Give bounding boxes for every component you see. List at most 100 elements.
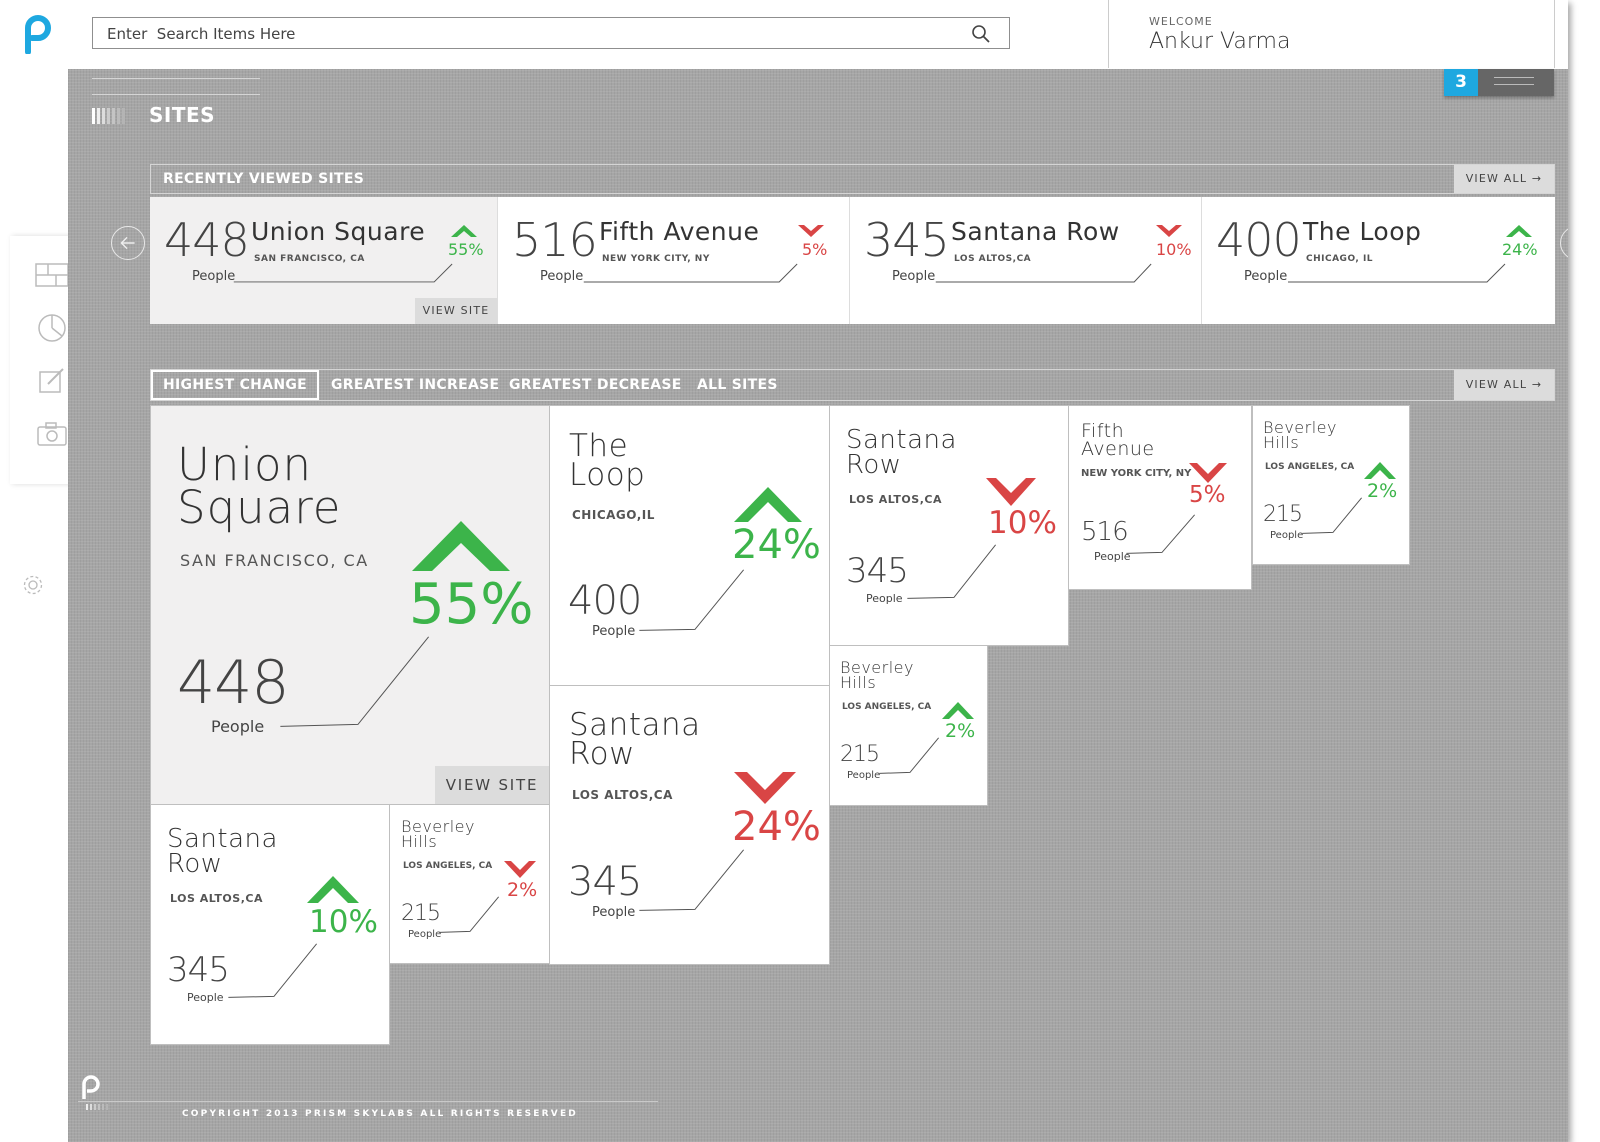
- site-tile[interactable]: Beverley Hills LOS ANGELES, CA 2% 215 Pe…: [829, 645, 988, 806]
- down-arrow-icon: [504, 861, 536, 878]
- pie-chart-icon: [38, 314, 66, 342]
- site-location: LOS ANGELES, CA: [403, 861, 493, 871]
- tab-all-sites[interactable]: ALL SITES: [697, 370, 778, 400]
- prism-logo[interactable]: [20, 14, 54, 54]
- site-location: LOS ALTOS,CA: [849, 493, 942, 506]
- site-name: Beverley Hills: [1263, 418, 1337, 453]
- menu-icon[interactable]: [1494, 77, 1534, 87]
- recent-header-label: RECENTLY VIEWED SITES: [163, 171, 365, 187]
- recent-view-all-button[interactable]: VIEW ALL →: [1454, 165, 1554, 193]
- recent-site-card[interactable]: 516 People Fifth Avenue NEW YORK CITY, N…: [498, 197, 850, 324]
- site-location: CHICAGO, IL: [1306, 254, 1374, 264]
- divider: [92, 78, 260, 79]
- up-arrow-icon: [307, 876, 359, 903]
- people-label: People: [592, 905, 636, 920]
- people-count: 400: [1216, 213, 1302, 267]
- change-percent: 24%: [732, 522, 821, 568]
- tab-greatest-increase[interactable]: GREATEST INCREASE: [331, 370, 499, 400]
- recent-site-card[interactable]: 400 People The Loop CHICAGO, IL 24%: [1202, 197, 1555, 324]
- search-bar: [92, 17, 1010, 50]
- up-arrow-icon: [942, 702, 974, 719]
- people-label: People: [866, 592, 903, 605]
- nav-camera[interactable]: [34, 419, 70, 449]
- tiles-view-all-button[interactable]: VIEW ALL →: [1454, 370, 1554, 400]
- site-tile[interactable]: Santana Row LOS ALTOS,CA 10% 345 People: [150, 804, 390, 1045]
- up-arrow-icon: [451, 225, 477, 237]
- recent-site-card[interactable]: 448 People Union Square SAN FRANCISCO, C…: [150, 197, 498, 324]
- people-label: People: [192, 269, 236, 284]
- change-percent: 55%: [409, 572, 534, 637]
- site-name: Fifth Avenue: [1081, 420, 1155, 461]
- site-name: Santana Row: [846, 425, 957, 480]
- site-tile[interactable]: Fifth Avenue NEW YORK CITY, NY 5% 516 Pe…: [1068, 405, 1252, 590]
- site-name: Beverley Hills: [840, 658, 914, 693]
- top-bar: WELCOME Ankur Varma: [0, 0, 1568, 69]
- user-panel[interactable]: WELCOME Ankur Varma: [1108, 0, 1555, 68]
- welcome-label: WELCOME: [1149, 15, 1213, 28]
- view-site-button[interactable]: VIEW SITE: [435, 766, 549, 804]
- change-percent: 5%: [1189, 482, 1226, 508]
- site-tile[interactable]: Union Square SAN FRANCISCO, CA 55% 448 P…: [150, 405, 550, 805]
- site-location: CHICAGO,IL: [572, 508, 655, 522]
- notifications-bar[interactable]: 3: [1444, 69, 1554, 96]
- people-count: 215: [840, 742, 880, 767]
- people-count: 400: [568, 578, 642, 624]
- down-arrow-icon: [798, 225, 824, 237]
- people-count: 215: [401, 901, 441, 926]
- down-arrow-icon: [986, 478, 1036, 506]
- page-title: SITES: [149, 103, 216, 127]
- footer-logo: [82, 1075, 100, 1099]
- recent-header: RECENTLY VIEWED SITES VIEW ALL →: [150, 164, 1555, 194]
- site-tile[interactable]: The Loop CHICAGO,IL 24% 400 People: [549, 405, 830, 686]
- tab-highest-change[interactable]: HIGHEST CHANGE: [151, 370, 320, 400]
- site-name: Union Square: [251, 217, 426, 246]
- change-percent: 10%: [1156, 240, 1192, 259]
- people-label: People: [187, 991, 224, 1004]
- site-location: SAN FRANCISCO, CA: [254, 254, 365, 264]
- site-location: SAN FRANCISCO, CA: [180, 551, 369, 570]
- change-percent: 5%: [802, 240, 828, 259]
- notification-count[interactable]: 3: [1444, 69, 1478, 96]
- site-name: Santana Row: [569, 707, 701, 773]
- up-arrow-icon: [1364, 462, 1396, 479]
- nav-edit[interactable]: [34, 366, 70, 396]
- people-count: 345: [864, 213, 950, 267]
- search-input[interactable]: [105, 18, 949, 50]
- recent-site-card[interactable]: 345 People Santana Row LOS ALTOS,CA 10%: [850, 197, 1202, 324]
- down-arrow-icon: [1156, 225, 1182, 237]
- down-arrow-icon: [1189, 463, 1227, 483]
- search-icon[interactable]: [971, 24, 991, 44]
- site-tile[interactable]: Santana Row LOS ALTOS,CA 24% 345 People: [549, 685, 830, 965]
- tab-greatest-decrease[interactable]: GREATEST DECREASE: [509, 370, 682, 400]
- site-name: Union Square: [177, 438, 342, 534]
- people-count: 448: [164, 213, 250, 267]
- change-percent: 2%: [1367, 480, 1398, 502]
- change-percent: 2%: [507, 879, 538, 901]
- change-percent: 10%: [309, 904, 378, 940]
- people-count: 516: [512, 213, 598, 267]
- divider: [92, 94, 260, 95]
- arrow-left-icon: [120, 236, 135, 250]
- footer-bars-icon: [86, 1104, 108, 1110]
- site-tile[interactable]: Beverley Hills LOS ANGELES, CA 2% 215 Pe…: [1252, 405, 1410, 565]
- sidebar: [0, 69, 68, 1142]
- people-label: People: [1270, 530, 1304, 541]
- change-percent: 24%: [732, 804, 821, 850]
- nav-sites[interactable]: [34, 260, 70, 290]
- site-location: LOS ANGELES, CA: [1265, 462, 1355, 472]
- view-site-button[interactable]: VIEW SITE: [415, 298, 497, 324]
- people-count: 345: [167, 950, 230, 990]
- site-tile[interactable]: Beverley Hills LOS ANGELES, CA 2% 215 Pe…: [389, 804, 550, 964]
- grid-icon: [35, 263, 69, 287]
- site-location: LOS ALTOS,CA: [170, 892, 263, 905]
- settings-button[interactable]: [20, 572, 46, 598]
- site-tile[interactable]: Santana Row LOS ALTOS,CA 10% 345 People: [829, 405, 1069, 646]
- site-location: LOS ALTOS,CA: [954, 254, 1032, 264]
- site-location: NEW YORK CITY, NY: [602, 254, 710, 264]
- people-count: 215: [1263, 502, 1303, 527]
- up-arrow-icon: [412, 521, 510, 571]
- carousel-prev-button[interactable]: [111, 226, 145, 260]
- user-name: Ankur Varma: [1149, 29, 1291, 54]
- nav-analytics[interactable]: [34, 313, 70, 343]
- sites-bars-icon: [92, 108, 125, 124]
